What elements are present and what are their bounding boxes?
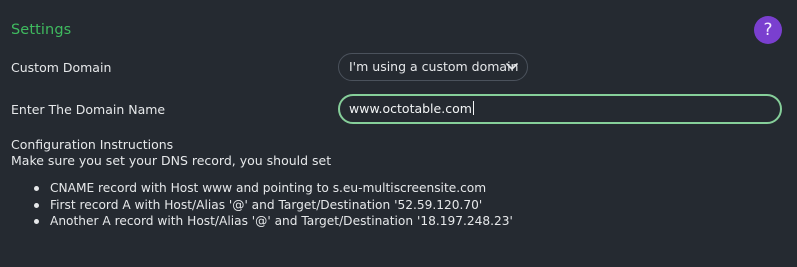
instructions-heading: Configuration Instructions [11, 137, 174, 152]
bullet-icon [34, 219, 39, 224]
chevron-down-icon [506, 63, 518, 70]
text-caret [472, 101, 474, 115]
page-title: Settings [11, 22, 72, 38]
question-mark-icon: ? [763, 20, 773, 40]
list-item-text: First record A with Host/Alias '@' and T… [50, 197, 483, 212]
list-item-text: CNAME record with Host www and pointing … [50, 181, 487, 195]
list-item: First record A with Host/Alias '@' and T… [30, 197, 513, 214]
custom-domain-selected-value: I'm using a custom domain [349, 59, 519, 74]
dns-record-list: CNAME record with Host www and pointing … [30, 180, 513, 230]
bullet-icon [34, 202, 39, 208]
instructions-subheading: Make sure you set your DNS record, you s… [11, 153, 332, 168]
list-item: Another A record with Host/Alias '@' and… [30, 213, 513, 230]
list-item: CNAME record with Host www and pointing … [30, 180, 513, 197]
domain-name-label: Enter The Domain Name [11, 102, 166, 117]
bullet-icon [34, 186, 39, 191]
help-button[interactable]: ? [754, 16, 782, 44]
domain-name-value: www.octotable.com [349, 101, 472, 116]
domain-name-input[interactable]: www.octotable.com [338, 94, 782, 124]
configuration-instructions: Configuration Instructions Make sure you… [11, 137, 331, 169]
list-item-text: Another A record with Host/Alias '@' and… [50, 214, 513, 228]
settings-panel: Settings ? Custom Domain I'm using a cus… [0, 0, 797, 267]
custom-domain-select[interactable]: I'm using a custom domain [338, 53, 528, 81]
custom-domain-label: Custom Domain [11, 60, 112, 75]
